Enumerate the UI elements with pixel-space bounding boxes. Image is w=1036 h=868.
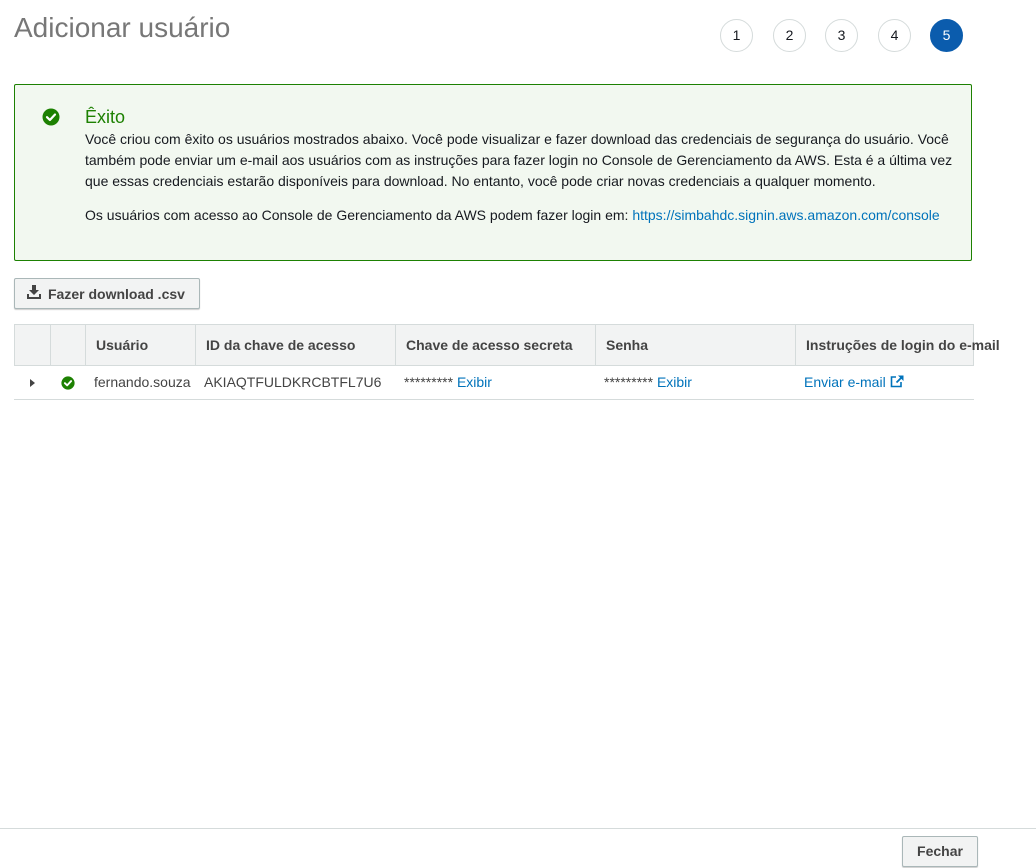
download-csv-label: Fazer download .csv <box>48 285 185 302</box>
success-alert: Êxito Você criou com êxito os usuários m… <box>14 84 972 261</box>
external-link-icon <box>890 374 904 390</box>
download-icon <box>27 285 41 302</box>
email-instructions-column-header[interactable]: Instruções de login do e-mail <box>795 325 1000 365</box>
download-csv-button[interactable]: Fazer download .csv <box>14 278 200 309</box>
password-column-header[interactable]: Senha <box>595 325 795 365</box>
password-cell: ********* Exibir <box>594 366 794 399</box>
secret-key-masked: ********* <box>404 374 454 390</box>
console-login-text: Os usuários com acesso ao Console de Ger… <box>85 207 940 223</box>
access-key-id-cell: AKIAQTFULDKRCBTFL7U6 <box>204 374 382 390</box>
check-circle-icon <box>61 374 75 390</box>
step-2: 2 <box>773 19 806 52</box>
page: Adicionar usuário 1 2 3 4 5 Êxito Você c… <box>0 0 1036 868</box>
status-column-header <box>50 325 85 365</box>
password-masked: ********* <box>604 374 654 390</box>
expand-column-header <box>15 325 50 365</box>
alert-message: Você criou com êxito os usuários mostrad… <box>85 131 953 189</box>
send-email-link[interactable]: Enviar e-mail <box>804 374 904 390</box>
alert-title: Êxito <box>85 107 126 127</box>
users-table: Usuário ID da chave de acesso Chave de a… <box>14 324 1000 400</box>
row-status <box>49 366 84 399</box>
table-row: fernando.souza AKIAQTFULDKRCBTFL7U6 ****… <box>14 366 974 400</box>
user-name-cell: fernando.souza <box>94 374 191 390</box>
step-3: 3 <box>825 19 858 52</box>
close-button[interactable]: Fechar <box>902 836 978 867</box>
step-4: 4 <box>878 19 911 52</box>
check-circle-icon <box>42 108 60 126</box>
send-email-label: Enviar e-mail <box>804 374 886 390</box>
user-column-header[interactable]: Usuário <box>85 325 195 365</box>
secret-key-cell: ********* Exibir <box>394 366 594 399</box>
show-password-link[interactable]: Exibir <box>657 374 692 390</box>
console-login-prefix: Os usuários com acesso ao Console de Ger… <box>85 207 629 223</box>
table-header: Usuário ID da chave de acesso Chave de a… <box>14 324 1000 366</box>
caret-right-icon <box>28 374 36 390</box>
show-secret-key-link[interactable]: Exibir <box>457 374 492 390</box>
expand-row-toggle[interactable] <box>14 366 49 399</box>
console-login-link[interactable]: https://simbahdc.signin.aws.amazon.com/c… <box>632 207 939 223</box>
step-5: 5 <box>930 19 963 52</box>
secret-key-column-header[interactable]: Chave de acesso secreta <box>395 325 595 365</box>
step-1: 1 <box>720 19 753 52</box>
page-title: Adicionar usuário <box>14 12 231 43</box>
access-key-id-column-header[interactable]: ID da chave de acesso <box>195 325 395 365</box>
email-instructions-cell: Enviar e-mail <box>794 366 974 399</box>
footer-divider <box>0 828 1036 829</box>
